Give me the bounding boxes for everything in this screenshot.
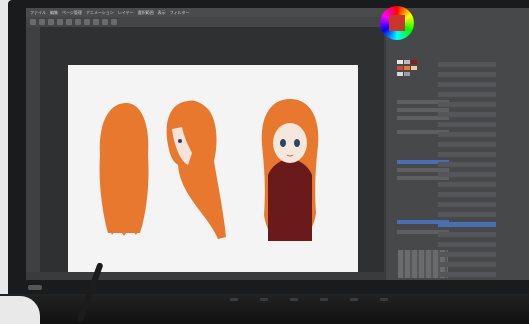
color-swatch[interactable]	[397, 66, 403, 70]
monitor-button[interactable]	[230, 298, 238, 301]
tool-button[interactable]	[30, 19, 36, 25]
monitor-logo	[28, 285, 42, 290]
tool-button[interactable]	[84, 19, 90, 25]
menu-item[interactable]: ページ管理	[62, 9, 82, 16]
toolbar	[26, 17, 386, 27]
tool-button[interactable]	[57, 19, 63, 25]
monitor-button[interactable]	[260, 298, 268, 301]
layer-item[interactable]	[438, 112, 496, 117]
canvas-workspace[interactable]	[40, 27, 384, 280]
layer-item[interactable]	[438, 162, 496, 167]
layer-item[interactable]	[438, 242, 496, 247]
monitor-button[interactable]	[380, 298, 388, 301]
color-swatch[interactable]	[397, 60, 403, 64]
color-swatch[interactable]	[397, 72, 403, 76]
menu-item[interactable]: ファイル	[30, 9, 46, 16]
layer-item[interactable]	[438, 202, 496, 207]
menu-item[interactable]: 編集	[50, 9, 58, 16]
tool-button[interactable]	[48, 19, 54, 25]
layer-item[interactable]	[438, 132, 496, 137]
character-back-view	[99, 103, 149, 236]
character-side-view	[166, 100, 226, 239]
layer-item[interactable]	[438, 272, 496, 277]
menu-item[interactable]: 選択範囲	[138, 9, 154, 16]
layer-item[interactable]	[438, 182, 496, 187]
character-illustrations	[99, 99, 319, 241]
tool-button[interactable]	[66, 19, 72, 25]
color-picker-square[interactable]	[389, 15, 405, 31]
monitor-button[interactable]	[320, 298, 328, 301]
drawing-canvas[interactable]	[68, 65, 358, 280]
monitor-button[interactable]	[350, 298, 358, 301]
layer-item[interactable]	[438, 262, 496, 267]
layer-item[interactable]	[438, 62, 496, 67]
left-tool-strip[interactable]	[26, 27, 40, 272]
layer-item[interactable]	[438, 212, 496, 217]
layer-item[interactable]	[438, 142, 496, 147]
character-front-view	[261, 99, 319, 241]
layer-item[interactable]	[438, 122, 496, 127]
tool-button[interactable]	[93, 19, 99, 25]
color-swatch[interactable]	[411, 60, 417, 64]
color-swatch[interactable]	[404, 66, 410, 70]
color-swatch[interactable]	[411, 66, 417, 70]
menu-item[interactable]: 表示	[158, 9, 166, 16]
color-swatch[interactable]	[404, 60, 410, 64]
layer-item[interactable]	[438, 192, 496, 197]
layer-item[interactable]	[438, 92, 496, 97]
layer-item[interactable]	[438, 172, 496, 177]
monitor-button[interactable]	[290, 298, 298, 301]
menu-bar: ファイル 編集 ページ管理 アニメーション レイヤー 選択範囲 表示 フィルター	[26, 8, 386, 17]
layer-item[interactable]	[438, 102, 496, 107]
color-swatch[interactable]	[404, 72, 410, 76]
menu-item[interactable]: フィルター	[170, 9, 190, 16]
layer-item[interactable]	[438, 72, 496, 77]
menu-item[interactable]: レイヤー	[118, 9, 134, 16]
layer-item[interactable]	[438, 232, 496, 237]
layer-item[interactable]	[438, 152, 496, 157]
tool-button[interactable]	[111, 19, 117, 25]
layer-item[interactable]	[438, 252, 496, 257]
layer-item-selected[interactable]	[438, 222, 496, 227]
status-bar	[26, 272, 386, 280]
tool-button[interactable]	[102, 19, 108, 25]
layer-item[interactable]	[438, 82, 496, 87]
menu-item[interactable]: アニメーション	[86, 9, 114, 16]
tool-button[interactable]	[75, 19, 81, 25]
tool-button[interactable]	[39, 19, 45, 25]
